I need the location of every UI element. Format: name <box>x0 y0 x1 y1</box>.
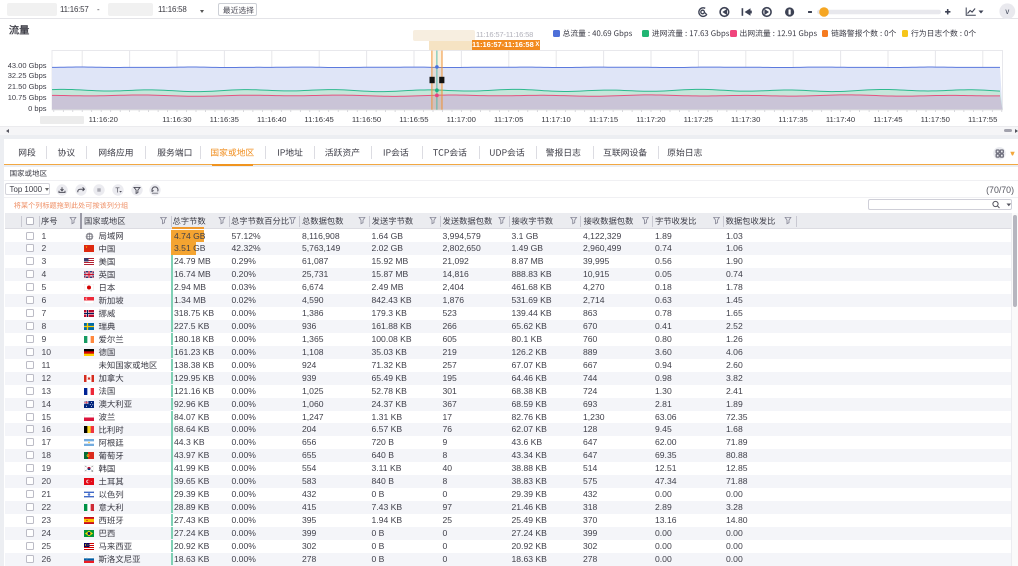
svg-text:T: T <box>115 187 120 194</box>
